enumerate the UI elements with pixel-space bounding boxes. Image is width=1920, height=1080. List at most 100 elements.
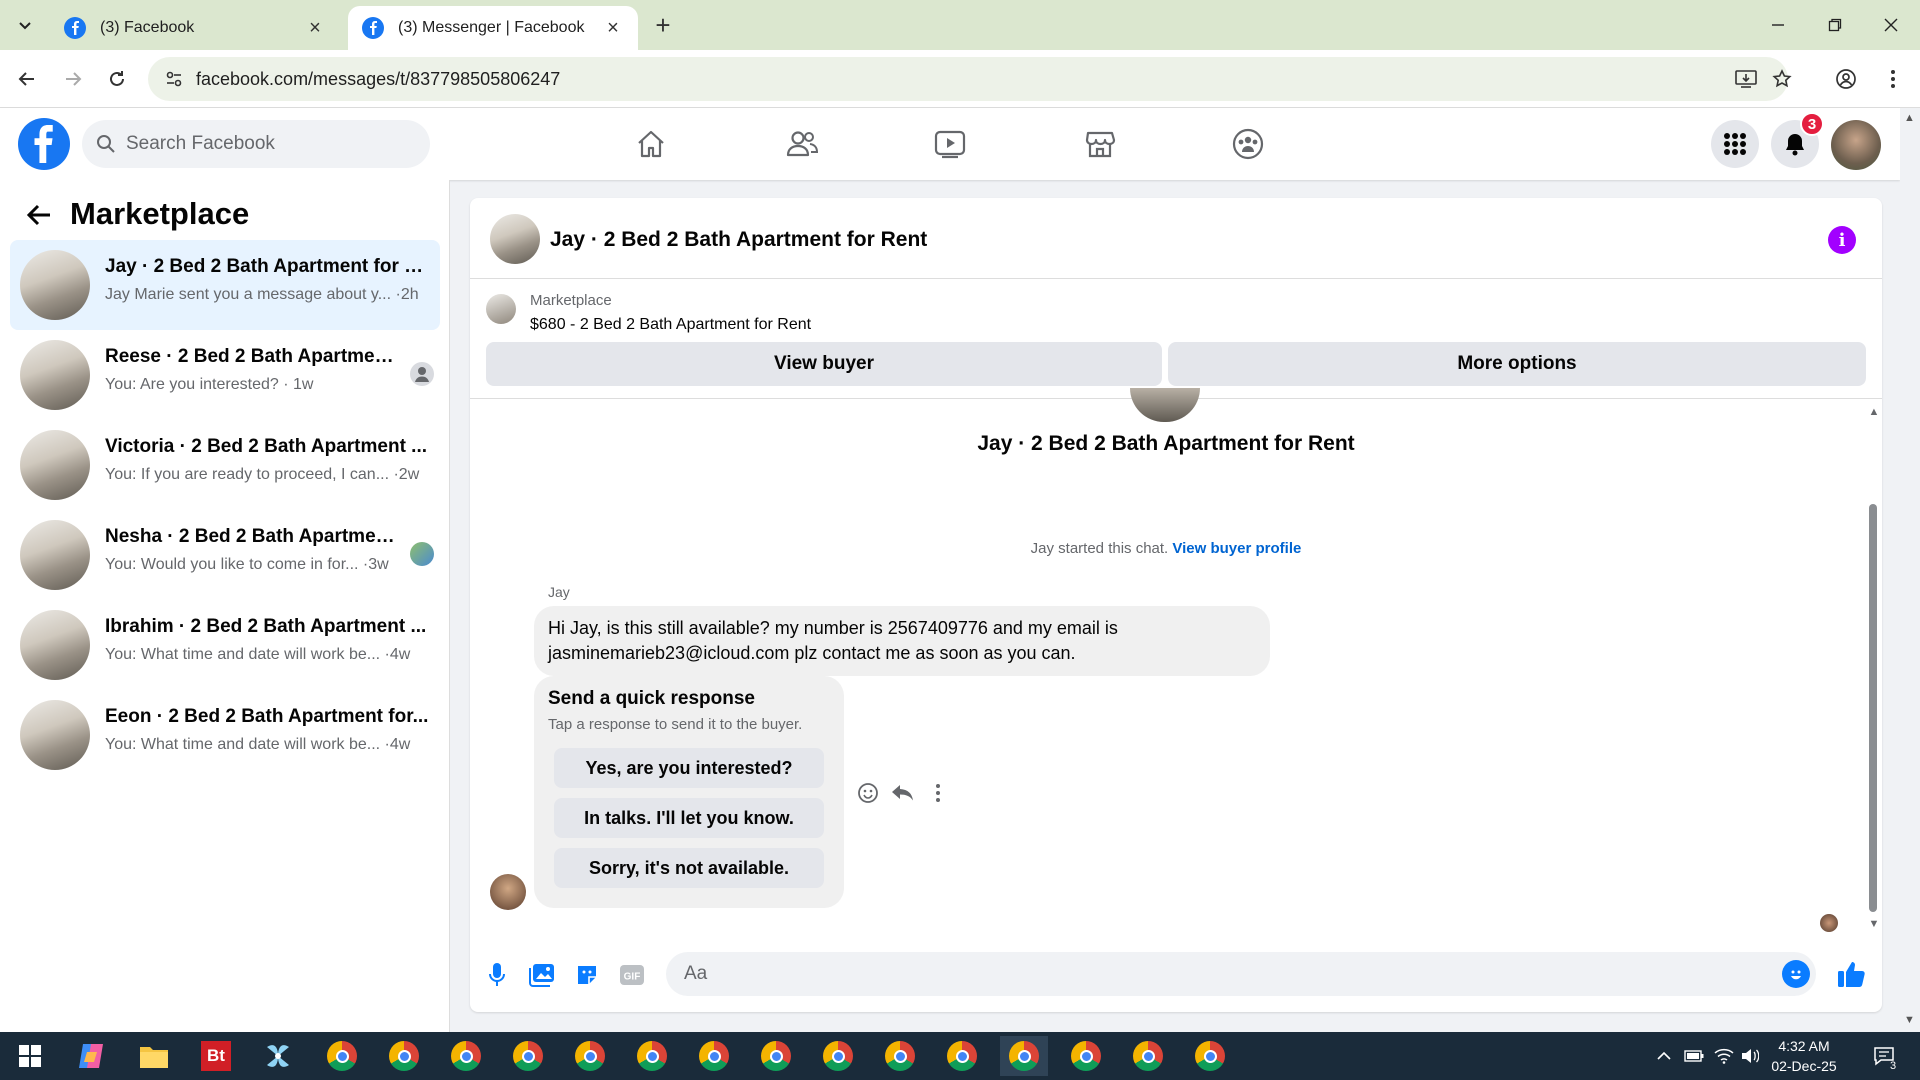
chrome-taskbar-icon[interactable] xyxy=(690,1036,738,1076)
listing-price-title[interactable]: $680 - 2 Bed 2 Bath Apartment for Rent xyxy=(530,316,811,334)
conversation-name: Nesha · 2 Bed 2 Bath Apartment... xyxy=(105,526,395,547)
chat-title[interactable]: Jay · 2 Bed 2 Bath Apartment for Rent xyxy=(550,228,927,252)
reply-icon[interactable] xyxy=(888,778,918,808)
marketplace-icon[interactable] xyxy=(1070,120,1130,168)
tab-search-icon[interactable] xyxy=(8,8,42,42)
battery-icon[interactable] xyxy=(1680,1032,1708,1080)
react-emoji-icon[interactable] xyxy=(853,778,883,808)
system-clock[interactable]: 4:32 AM 02-Dec-25 xyxy=(1756,1036,1852,1076)
more-options-button[interactable]: More options xyxy=(1168,342,1866,386)
conversation-item[interactable]: Eeon · 2 Bed 2 Bath Apartment for... You… xyxy=(10,690,440,780)
groups-icon[interactable] xyxy=(1218,120,1278,168)
chrome-taskbar-icon[interactable] xyxy=(938,1036,986,1076)
conversation-item[interactable]: Jay · 2 Bed 2 Bath Apartment for R... Ja… xyxy=(10,240,440,330)
conversation-item[interactable]: Reese · 2 Bed 2 Bath Apartment ... You: … xyxy=(10,330,440,420)
install-app-icon[interactable] xyxy=(1732,65,1760,93)
conversation-item[interactable]: Nesha · 2 Bed 2 Bath Apartment... You: W… xyxy=(10,510,440,600)
scroll-down-arrow-icon[interactable]: ▼ xyxy=(1868,918,1880,930)
profile-avatar[interactable] xyxy=(1831,120,1881,170)
chrome-taskbar-icon-active[interactable] xyxy=(1000,1036,1048,1076)
forward-arrow-icon[interactable] xyxy=(56,62,90,96)
back-arrow-icon[interactable] xyxy=(10,62,44,96)
home-icon[interactable] xyxy=(621,120,681,168)
friends-icon[interactable] xyxy=(772,120,832,168)
listing-thumbnail xyxy=(20,700,90,770)
scroll-up-arrow-icon[interactable]: ▲ xyxy=(1904,112,1915,124)
chrome-taskbar-icon[interactable] xyxy=(442,1036,490,1076)
quick-response-option[interactable]: In talks. I'll let you know. xyxy=(554,798,824,838)
show-hidden-icons-chevron-icon[interactable] xyxy=(1652,1032,1676,1080)
notification-center-count: 3 xyxy=(1890,1060,1897,1072)
site-info-icon[interactable] xyxy=(160,65,188,93)
browser-menu-icon[interactable] xyxy=(1876,62,1910,96)
chrome-taskbar-icon[interactable] xyxy=(504,1036,552,1076)
more-actions-icon[interactable] xyxy=(923,778,953,808)
message-placeholder: Aa xyxy=(684,963,708,984)
conversation-name: Jay · 2 Bed 2 Bath Apartment for R... xyxy=(105,256,430,277)
thumbs-up-like-icon[interactable] xyxy=(1836,958,1868,990)
address-bar[interactable]: facebook.com/messages/t/837798505806247 xyxy=(148,57,1792,101)
minimize-window-button[interactable] xyxy=(1749,0,1807,50)
menu-grid-icon[interactable] xyxy=(1711,120,1759,168)
chrome-taskbar-icon[interactable] xyxy=(628,1036,676,1076)
microphone-icon[interactable] xyxy=(482,960,512,990)
chrome-taskbar-icon[interactable] xyxy=(566,1036,614,1076)
view-buyer-profile-link[interactable]: View buyer profile xyxy=(1172,540,1301,557)
conversation-info-icon[interactable]: i xyxy=(1828,226,1856,254)
copilot-icon[interactable] xyxy=(68,1036,116,1076)
windows-start-icon[interactable] xyxy=(6,1036,54,1076)
emoji-icon[interactable] xyxy=(1782,960,1810,988)
profile-icon[interactable] xyxy=(1829,62,1863,96)
chat-started-text: Jay started this chat. xyxy=(1030,540,1169,557)
seen-avatar-icon xyxy=(410,362,434,386)
chrome-taskbar-icon[interactable] xyxy=(876,1036,924,1076)
search-placeholder: Search Facebook xyxy=(126,133,275,154)
search-facebook-input[interactable]: Search Facebook xyxy=(82,120,430,168)
conversation-item[interactable]: Victoria · 2 Bed 2 Bath Apartment ... Yo… xyxy=(10,420,440,510)
page-scrollbar[interactable]: ▲ ▼ xyxy=(1900,108,1920,1032)
facebook-favicon-icon xyxy=(64,17,86,39)
gif-icon[interactable]: GIF xyxy=(617,960,647,990)
close-window-button[interactable] xyxy=(1862,0,1920,50)
chrome-taskbar-icon[interactable] xyxy=(814,1036,862,1076)
sidebar-title: Marketplace xyxy=(70,196,250,231)
chat-avatar[interactable] xyxy=(490,214,540,264)
chrome-taskbar-icon[interactable] xyxy=(380,1036,428,1076)
chrome-taskbar-icon[interactable] xyxy=(1062,1036,1110,1076)
wifi-icon[interactable] xyxy=(1710,1032,1738,1080)
browser-tab-strip: (3) Facebook × (3) Messenger | Facebook … xyxy=(0,0,1920,50)
pinwheel-app-icon[interactable] xyxy=(254,1036,302,1076)
scroll-up-arrow-icon[interactable]: ▲ xyxy=(1868,406,1880,418)
chrome-taskbar-icon[interactable] xyxy=(1124,1036,1172,1076)
back-arrow-icon[interactable] xyxy=(26,202,54,230)
bookmark-star-icon[interactable] xyxy=(1768,65,1796,93)
chat-scrollbar-thumb[interactable] xyxy=(1869,504,1877,912)
facebook-logo-icon[interactable] xyxy=(18,118,70,170)
chrome-taskbar-icon[interactable] xyxy=(318,1036,366,1076)
browser-tab-facebook[interactable]: (3) Facebook × xyxy=(50,6,340,50)
sticker-icon[interactable] xyxy=(572,960,602,990)
new-tab-button[interactable]: + xyxy=(648,10,678,40)
photo-icon[interactable] xyxy=(527,960,557,990)
conversation-item[interactable]: Ibrahim · 2 Bed 2 Bath Apartment ... You… xyxy=(10,600,440,690)
view-buyer-button[interactable]: View buyer xyxy=(486,342,1162,386)
browser-tab-messenger[interactable]: (3) Messenger | Facebook × xyxy=(348,6,638,50)
message-input[interactable]: Aa xyxy=(666,952,1816,996)
restore-window-button[interactable] xyxy=(1806,0,1864,50)
notification-center-icon[interactable]: 3 xyxy=(1864,1032,1904,1080)
chrome-taskbar-icon[interactable] xyxy=(1186,1036,1234,1076)
quick-response-option[interactable]: Sorry, it's not available. xyxy=(554,848,824,888)
chrome-taskbar-icon[interactable] xyxy=(752,1036,800,1076)
bittorrent-icon[interactable]: Bt xyxy=(192,1036,240,1076)
listing-thumbnail xyxy=(486,294,516,324)
file-explorer-icon[interactable] xyxy=(130,1036,178,1076)
listing-thumbnail xyxy=(20,610,90,680)
close-tab-icon[interactable]: × xyxy=(304,17,326,39)
close-tab-icon[interactable]: × xyxy=(602,17,624,39)
reload-icon[interactable] xyxy=(100,62,134,96)
incoming-message-bubble[interactable]: Hi Jay, is this still available? my numb… xyxy=(534,606,1270,676)
video-icon[interactable] xyxy=(920,120,980,168)
sender-avatar[interactable] xyxy=(490,874,526,910)
quick-response-option[interactable]: Yes, are you interested? xyxy=(554,748,824,788)
scroll-down-arrow-icon[interactable]: ▼ xyxy=(1904,1014,1915,1026)
